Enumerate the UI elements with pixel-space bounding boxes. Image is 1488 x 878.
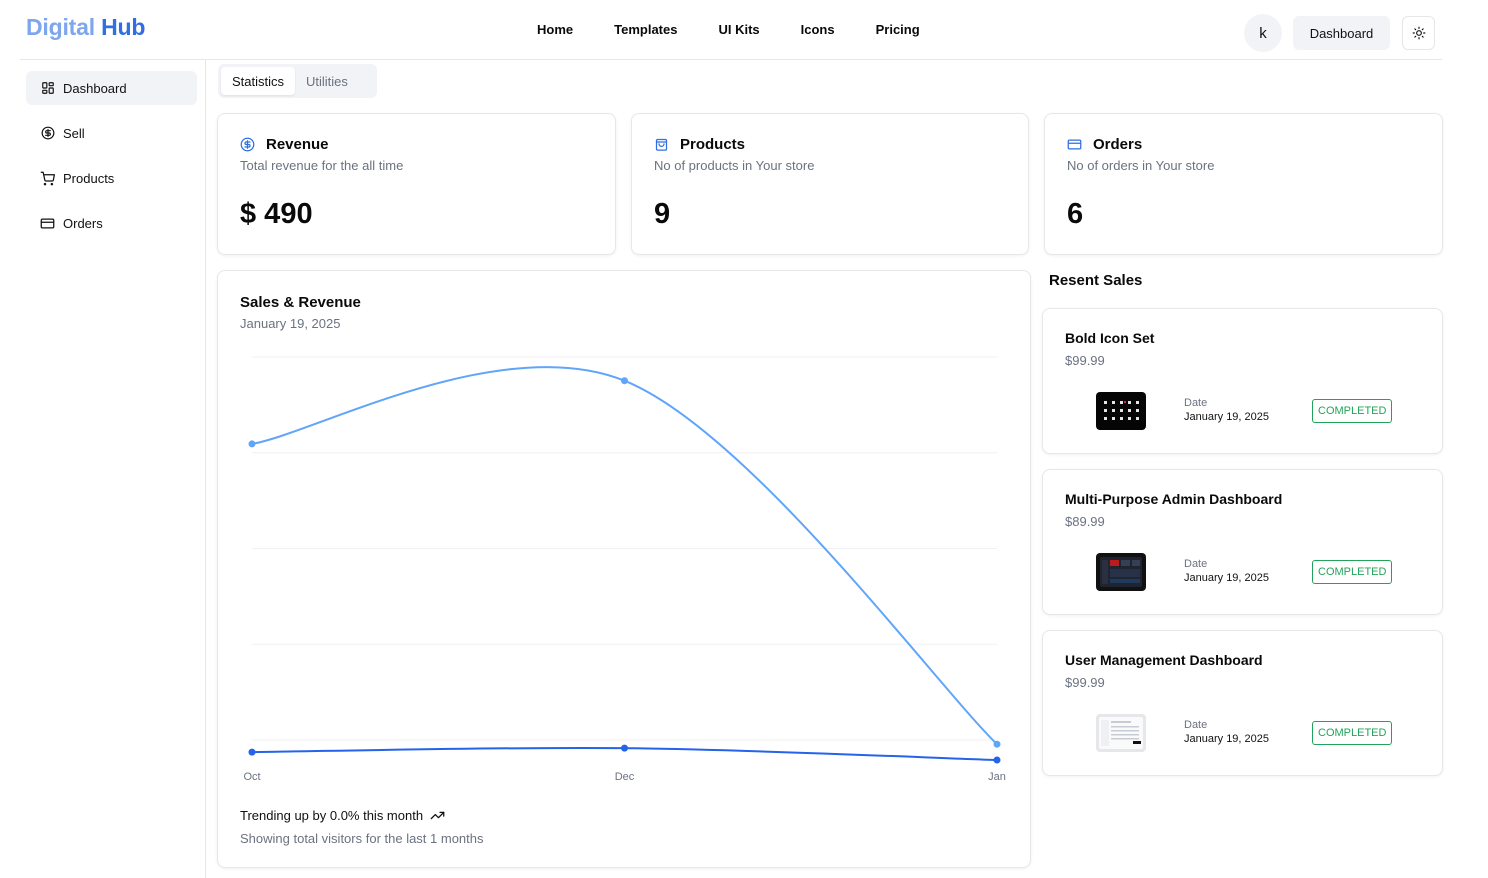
sun-icon — [1412, 26, 1425, 40]
chart-x-tick-label: Jan — [988, 771, 1006, 783]
chart-data-point[interactable] — [248, 440, 256, 448]
top-header: Digital Hub Home Templates UI Kits Icons… — [20, 0, 1442, 60]
nav-templates-link[interactable]: Templates — [614, 22, 677, 37]
recent-sales-title: Resent Sales — [1049, 272, 1143, 289]
sale-card[interactable]: Bold Icon Set $99.99 Date January 19, 20… — [1042, 308, 1443, 454]
stat-title: Orders — [1067, 136, 1142, 153]
user-avatar[interactable]: k — [1244, 14, 1282, 52]
trending-up-icon — [430, 808, 445, 823]
brand-part-2: Hub — [101, 14, 146, 40]
sale-card[interactable]: User Management Dashboard $99.99 Date Ja… — [1042, 630, 1443, 776]
stat-description: No of products in Your store — [654, 158, 815, 173]
dashboard-button[interactable]: Dashboard — [1293, 16, 1390, 50]
chart-data-point[interactable] — [993, 756, 1001, 764]
sidebar-item-orders[interactable]: Orders — [26, 206, 197, 240]
dashboard-grid-icon — [40, 81, 55, 96]
main-nav: Home Templates UI Kits Icons Pricing — [537, 22, 961, 37]
chart-data-point[interactable] — [248, 748, 256, 756]
sale-date-label: Date — [1184, 719, 1208, 731]
stat-title-text: Orders — [1093, 136, 1143, 153]
sale-date-label: Date — [1184, 558, 1208, 570]
nav-pricing-link[interactable]: Pricing — [876, 22, 920, 37]
stat-title-text: Products — [680, 136, 746, 153]
sale-date: January 19, 2025 — [1184, 572, 1270, 584]
chart-footer-text: Showing total visitors for the last 1 mo… — [240, 831, 484, 846]
brand-logo[interactable]: Digital Hub — [26, 14, 145, 41]
sale-price: $99.99 — [1065, 675, 1105, 690]
credit-card-icon — [1067, 137, 1082, 152]
sidebar-item-label: Dashboard — [63, 80, 127, 96]
sale-date: January 19, 2025 — [1184, 411, 1270, 423]
sidebar-item-label: Products — [63, 170, 115, 186]
tab-utilities[interactable]: Utilities — [295, 67, 359, 95]
sidebar-item-products[interactable]: Products — [26, 161, 197, 195]
sidebar: Dashboard Sell Products Orders — [20, 60, 206, 878]
sale-date: January 19, 2025 — [1184, 733, 1270, 745]
stat-value: 9 — [654, 198, 671, 230]
cart-icon — [40, 171, 55, 186]
sidebar-item-sell[interactable]: Sell — [26, 116, 197, 150]
chart-series-line-1 — [251, 366, 998, 745]
sale-name: Multi-Purpose Admin Dashboard — [1065, 491, 1283, 507]
stat-description: Total revenue for the all time — [240, 158, 404, 173]
status-badge: COMPLETED — [1312, 560, 1393, 584]
sale-price: $89.99 — [1065, 514, 1105, 529]
nav-icons-link[interactable]: Icons — [801, 22, 835, 37]
chart-subtitle: January 19, 2025 — [240, 316, 341, 331]
stat-title-text: Revenue — [266, 136, 329, 153]
sales-revenue-chart: Oct Dec Jan — [243, 356, 1006, 783]
shopping-bag-icon — [654, 137, 669, 152]
stat-value: $ 490 — [240, 198, 313, 230]
sale-thumbnail-icons — [1096, 392, 1146, 430]
sale-card[interactable]: Multi-Purpose Admin Dashboard $89.99 Dat… — [1042, 469, 1443, 615]
nav-home-link[interactable]: Home — [537, 22, 573, 37]
sale-date-label: Date — [1184, 397, 1208, 409]
status-badge: COMPLETED — [1312, 399, 1393, 423]
sidebar-item-label: Orders — [63, 215, 103, 231]
trend-label: Trending up by 0.0% this month — [240, 808, 424, 823]
chart-data-point[interactable] — [993, 740, 1001, 748]
revenue-card: Revenue Total revenue for the all time $… — [217, 113, 616, 255]
stat-title: Revenue — [240, 136, 329, 153]
chart-x-tick-label: Dec — [615, 771, 635, 783]
sales-revenue-chart-card: Oct Dec Jan Sales & Revenue January 19, 20… — [217, 270, 1031, 868]
sale-thumbnail-dark-dashboard — [1096, 553, 1146, 591]
dollar-circle-icon — [240, 137, 255, 152]
credit-card-icon — [40, 216, 55, 231]
sidebar-item-dashboard[interactable]: Dashboard — [26, 71, 197, 105]
chart-title: Sales & Revenue — [240, 294, 361, 311]
stat-value: 6 — [1067, 198, 1084, 230]
trend-text: Trending up by 0.0% this month — [240, 808, 445, 823]
sale-price: $99.99 — [1065, 353, 1105, 368]
products-card: Products No of products in Your store 9 — [631, 113, 1029, 255]
stat-title: Products — [654, 136, 745, 153]
view-tabs: Statistics Utilities — [218, 64, 377, 98]
sale-name: Bold Icon Set — [1065, 330, 1155, 346]
sale-thumbnail-light-dashboard — [1096, 714, 1146, 752]
tab-statistics[interactable]: Statistics — [221, 67, 296, 95]
chart-x-tick-label: Oct — [243, 771, 260, 783]
orders-card: Orders No of orders in Your store 6 — [1044, 113, 1443, 255]
dollar-circle-icon — [40, 126, 55, 141]
sidebar-item-label: Sell — [63, 125, 85, 141]
status-badge: COMPLETED — [1312, 721, 1393, 745]
chart-data-point[interactable] — [621, 377, 628, 385]
chart-data-point[interactable] — [621, 744, 628, 752]
nav-ui-kits-link[interactable]: UI Kits — [718, 22, 759, 37]
theme-toggle-button[interactable] — [1402, 16, 1435, 50]
stat-description: No of orders in Your store — [1067, 158, 1215, 173]
brand-part-1: Digital — [26, 14, 95, 40]
sale-name: User Management Dashboard — [1065, 652, 1263, 668]
